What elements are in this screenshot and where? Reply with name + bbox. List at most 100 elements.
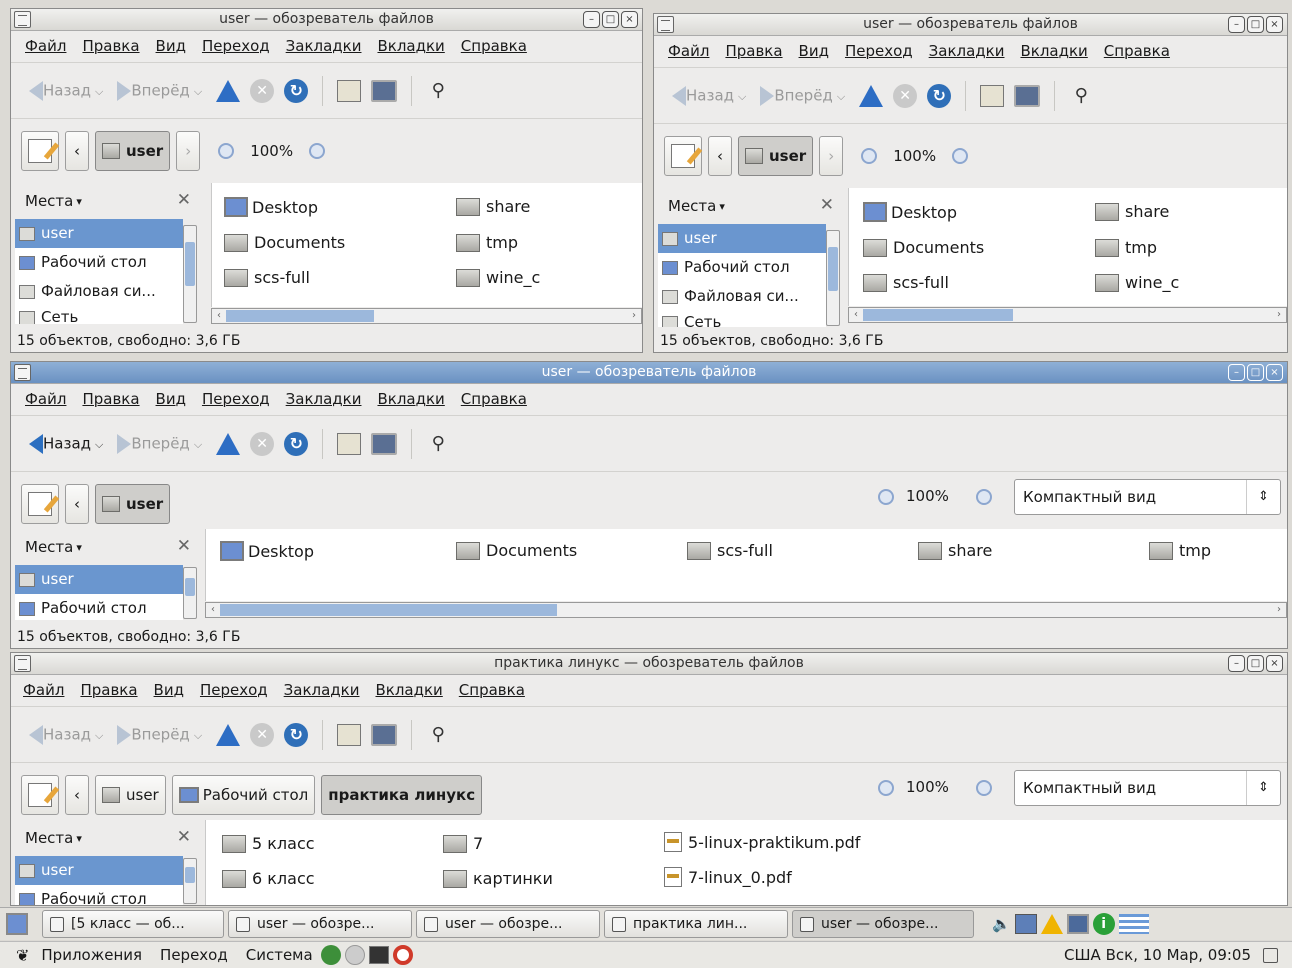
file-item[interactable]: Documents: [224, 233, 345, 252]
clock[interactable]: США Вск, 10 Мар, 09:05: [1064, 946, 1251, 964]
menu-edit[interactable]: Правка: [80, 681, 137, 699]
sidebar-item-user[interactable]: user: [658, 224, 826, 253]
reload-icon[interactable]: ↻: [284, 431, 309, 456]
forward-button[interactable]: Вперёд ⌵: [760, 85, 849, 106]
computer-icon[interactable]: [371, 723, 398, 746]
taskbar-button[interactable]: user — обозре...: [792, 910, 974, 938]
gnome-foot-icon[interactable]: ❦: [16, 946, 29, 965]
menu-edit[interactable]: Правка: [82, 37, 139, 55]
horizontal-scrollbar[interactable]: ‹ ›: [848, 307, 1287, 323]
menu-go[interactable]: Переход: [202, 390, 270, 408]
menu-help[interactable]: Справка: [461, 37, 527, 55]
search-binoculars-icon[interactable]: ⚲: [426, 80, 450, 102]
system-menu[interactable]: Система: [246, 946, 313, 964]
computer-icon[interactable]: [371, 79, 398, 102]
sidebar-scrollbar[interactable]: [183, 858, 197, 904]
stop-icon[interactable]: ✕: [250, 431, 275, 456]
chevron-down-icon[interactable]: ⌵: [194, 729, 202, 742]
menu-help[interactable]: Справка: [461, 390, 527, 408]
minimize-icon[interactable]: –: [1228, 16, 1245, 33]
file-item[interactable]: 5 класс: [222, 834, 315, 853]
taskbar-button[interactable]: user — обозре...: [228, 910, 412, 938]
file-item[interactable]: scs-full: [687, 541, 773, 560]
menu-bookmarks[interactable]: Закладки: [929, 42, 1005, 60]
places-menu[interactable]: Переход: [160, 946, 228, 964]
file-item[interactable]: tmp: [1149, 541, 1211, 560]
sidebar-scrollbar[interactable]: [826, 230, 840, 326]
zoom-in-icon[interactable]: [952, 148, 969, 164]
places-header[interactable]: Места ▾ ✕: [15, 183, 201, 219]
back-button[interactable]: Назад ⌵: [672, 85, 750, 106]
back-button[interactable]: Назад ⌵: [29, 724, 107, 745]
zoom-in-icon[interactable]: [976, 780, 992, 796]
sidebar-item-desktop[interactable]: Рабочий стол: [15, 594, 183, 620]
sidebar-item-desktop[interactable]: Рабочий стол: [658, 253, 826, 282]
maximize-icon[interactable]: □: [1247, 364, 1264, 381]
horizontal-scrollbar[interactable]: ‹ ›: [211, 308, 642, 324]
computer-icon[interactable]: [371, 432, 398, 455]
stop-icon[interactable]: ✕: [893, 83, 918, 108]
chevron-down-icon[interactable]: ⌵: [738, 90, 746, 103]
menu-file[interactable]: Файл: [23, 681, 64, 699]
home-icon[interactable]: [980, 84, 1005, 107]
terminal-launcher-icon[interactable]: [368, 946, 389, 964]
reload-icon[interactable]: ↻: [927, 83, 952, 108]
path-right-button[interactable]: ›: [819, 136, 844, 176]
sidebar-item-network[interactable]: Сеть: [658, 311, 826, 327]
up-arrow-icon[interactable]: [216, 79, 241, 102]
browser-launcher-icon[interactable]: [320, 945, 341, 965]
menu-view[interactable]: Вид: [799, 42, 829, 60]
menu-view[interactable]: Вид: [156, 390, 186, 408]
file-item[interactable]: tmp: [456, 233, 518, 252]
zoom-out-icon[interactable]: [861, 148, 878, 164]
network-status-icon[interactable]: [1014, 914, 1037, 934]
warning-icon[interactable]: [1040, 914, 1063, 934]
horizontal-scrollbar[interactable]: ‹ ›: [205, 602, 1287, 618]
menu-edit[interactable]: Правка: [82, 390, 139, 408]
taskbar-button[interactable]: user — обозре...: [416, 910, 600, 938]
zoom-out-icon[interactable]: [878, 780, 894, 796]
toggle-location-button[interactable]: [21, 484, 59, 524]
search-binoculars-icon[interactable]: ⚲: [426, 724, 450, 746]
stop-icon[interactable]: ✕: [250, 722, 275, 747]
panel-menu-icon[interactable]: [1263, 947, 1278, 963]
menu-edit[interactable]: Правка: [725, 42, 782, 60]
menu-bookmarks[interactable]: Закладки: [284, 681, 360, 699]
reload-icon[interactable]: ↻: [284, 722, 309, 747]
file-item[interactable]: 7-linux_0.pdf: [664, 867, 792, 887]
menu-view[interactable]: Вид: [154, 681, 184, 699]
menu-help[interactable]: Справка: [459, 681, 525, 699]
file-item[interactable]: 6 класс: [222, 869, 315, 888]
toggle-location-button[interactable]: [21, 775, 59, 815]
minimize-icon[interactable]: –: [1228, 655, 1245, 672]
file-item[interactable]: Desktop: [220, 541, 314, 561]
maximize-icon[interactable]: □: [602, 11, 619, 28]
places-header[interactable]: Места ▾ ✕: [658, 188, 844, 224]
monitor-icon[interactable]: [1066, 914, 1089, 934]
chevron-down-icon[interactable]: ⌵: [95, 85, 103, 98]
show-desktop-icon[interactable]: [6, 913, 28, 935]
back-button[interactable]: Назад ⌵: [29, 433, 107, 454]
path-user-button[interactable]: user: [95, 484, 171, 524]
chevron-down-icon[interactable]: ⌵: [837, 90, 845, 103]
sidebar-scrollbar[interactable]: [183, 567, 197, 619]
chevron-down-icon[interactable]: ⌵: [95, 438, 103, 451]
file-item[interactable]: Documents: [456, 541, 577, 560]
chevron-down-icon[interactable]: ⌵: [95, 729, 103, 742]
file-item[interactable]: Documents: [863, 238, 984, 257]
back-button[interactable]: Назад ⌵: [29, 80, 107, 101]
path-practice-button[interactable]: практика линукс: [321, 775, 483, 815]
menu-view[interactable]: Вид: [156, 37, 186, 55]
view-mode-select[interactable]: Компактный вид ⇕: [1014, 770, 1281, 806]
menu-bookmarks[interactable]: Закладки: [286, 37, 362, 55]
file-item[interactable]: картинки: [443, 869, 553, 888]
search-binoculars-icon[interactable]: ⚲: [426, 433, 450, 455]
close-sidebar-icon[interactable]: ✕: [820, 195, 834, 215]
chevron-down-icon[interactable]: ⌵: [194, 438, 202, 451]
help-launcher-icon[interactable]: [392, 945, 413, 965]
close-sidebar-icon[interactable]: ✕: [177, 536, 191, 556]
title-bar[interactable]: user — обозреватель файлов – □ ×: [11, 9, 642, 31]
file-item[interactable]: share: [456, 197, 530, 216]
places-header[interactable]: Места ▾ ✕: [15, 820, 201, 856]
file-item[interactable]: share: [918, 541, 992, 560]
